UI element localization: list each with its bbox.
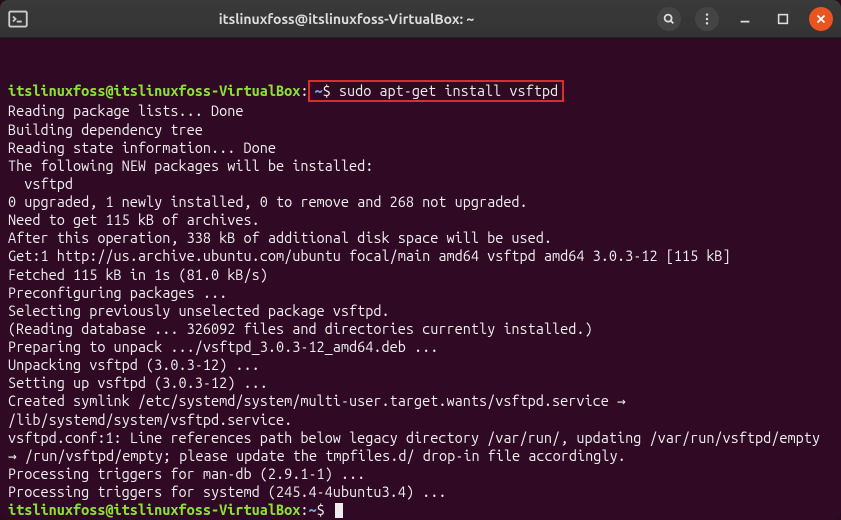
output-line: 0 upgraded, 1 newly installed, 0 to remo… — [8, 193, 833, 211]
search-button[interactable] — [657, 7, 681, 31]
output-line: Setting up vsftpd (3.0.3-12) ... — [8, 374, 833, 392]
terminal-window: itslinuxfoss@itslinuxfoss-VirtualBox: ~ — [0, 0, 841, 520]
window-title: itslinuxfoss@itslinuxfoss-VirtualBox: ~ — [36, 11, 657, 27]
prompt-line-2: itslinuxfoss@itslinuxfoss-VirtualBox:~$ — [8, 501, 833, 519]
terminal-body[interactable]: itslinuxfoss@itslinuxfoss-VirtualBox:~$ … — [0, 38, 841, 520]
output-line: Get:1 http://us.archive.ubuntu.com/ubunt… — [8, 247, 833, 265]
cursor — [335, 503, 343, 518]
command-highlight: ~$ sudo apt-get install vsftpd — [308, 80, 564, 102]
output-line: Preparing to unpack .../vsftpd_3.0.3-12_… — [8, 338, 833, 356]
menu-button[interactable] — [695, 7, 719, 31]
command-text: sudo apt-get install vsftpd — [339, 82, 558, 99]
output-line: vsftpd.conf:1: Line references path belo… — [8, 429, 833, 465]
output-line: Reading package lists... Done — [8, 102, 833, 120]
maximize-button[interactable] — [771, 7, 795, 31]
output-line: Building dependency tree — [8, 121, 833, 139]
output-line: Fetched 115 kB in 1s (81.0 kB/s) — [8, 266, 833, 284]
output-line: Processing triggers for man-db (2.9.1-1)… — [8, 465, 833, 483]
prompt-path: ~ — [314, 82, 322, 99]
output-line: Reading state information... Done — [8, 139, 833, 157]
output-line: vsftpd — [8, 175, 833, 193]
prompt-user-host: itslinuxfoss@itslinuxfoss-VirtualBox — [8, 82, 300, 99]
prompt-line-1: itslinuxfoss@itslinuxfoss-VirtualBox:~$ … — [8, 80, 833, 102]
prompt-path: ~ — [308, 501, 316, 518]
prompt-colon: : — [300, 82, 308, 99]
output-line: Need to get 115 kB of archives. — [8, 211, 833, 229]
minimize-button[interactable] — [733, 7, 757, 31]
titlebar-actions — [657, 7, 833, 31]
output-line: Created symlink /etc/systemd/system/mult… — [8, 392, 833, 428]
output-line: Unpacking vsftpd (3.0.3-12) ... — [8, 356, 833, 374]
close-button[interactable] — [809, 7, 833, 31]
output-line: After this operation, 338 kB of addition… — [8, 229, 833, 247]
prompt-user-host: itslinuxfoss@itslinuxfoss-VirtualBox — [8, 501, 300, 518]
output-line: Processing triggers for systemd (245.4-4… — [8, 483, 833, 501]
output-line: Preconfiguring packages ... — [8, 284, 833, 302]
terminal-icon — [8, 9, 28, 29]
titlebar[interactable]: itslinuxfoss@itslinuxfoss-VirtualBox: ~ — [0, 0, 841, 38]
prompt-dollar: $ — [323, 82, 339, 99]
output-line: Selecting previously unselected package … — [8, 302, 833, 320]
prompt-dollar: $ — [317, 501, 333, 518]
output-line: The following NEW packages will be insta… — [8, 157, 833, 175]
output-line: (Reading database ... 326092 files and d… — [8, 320, 833, 338]
